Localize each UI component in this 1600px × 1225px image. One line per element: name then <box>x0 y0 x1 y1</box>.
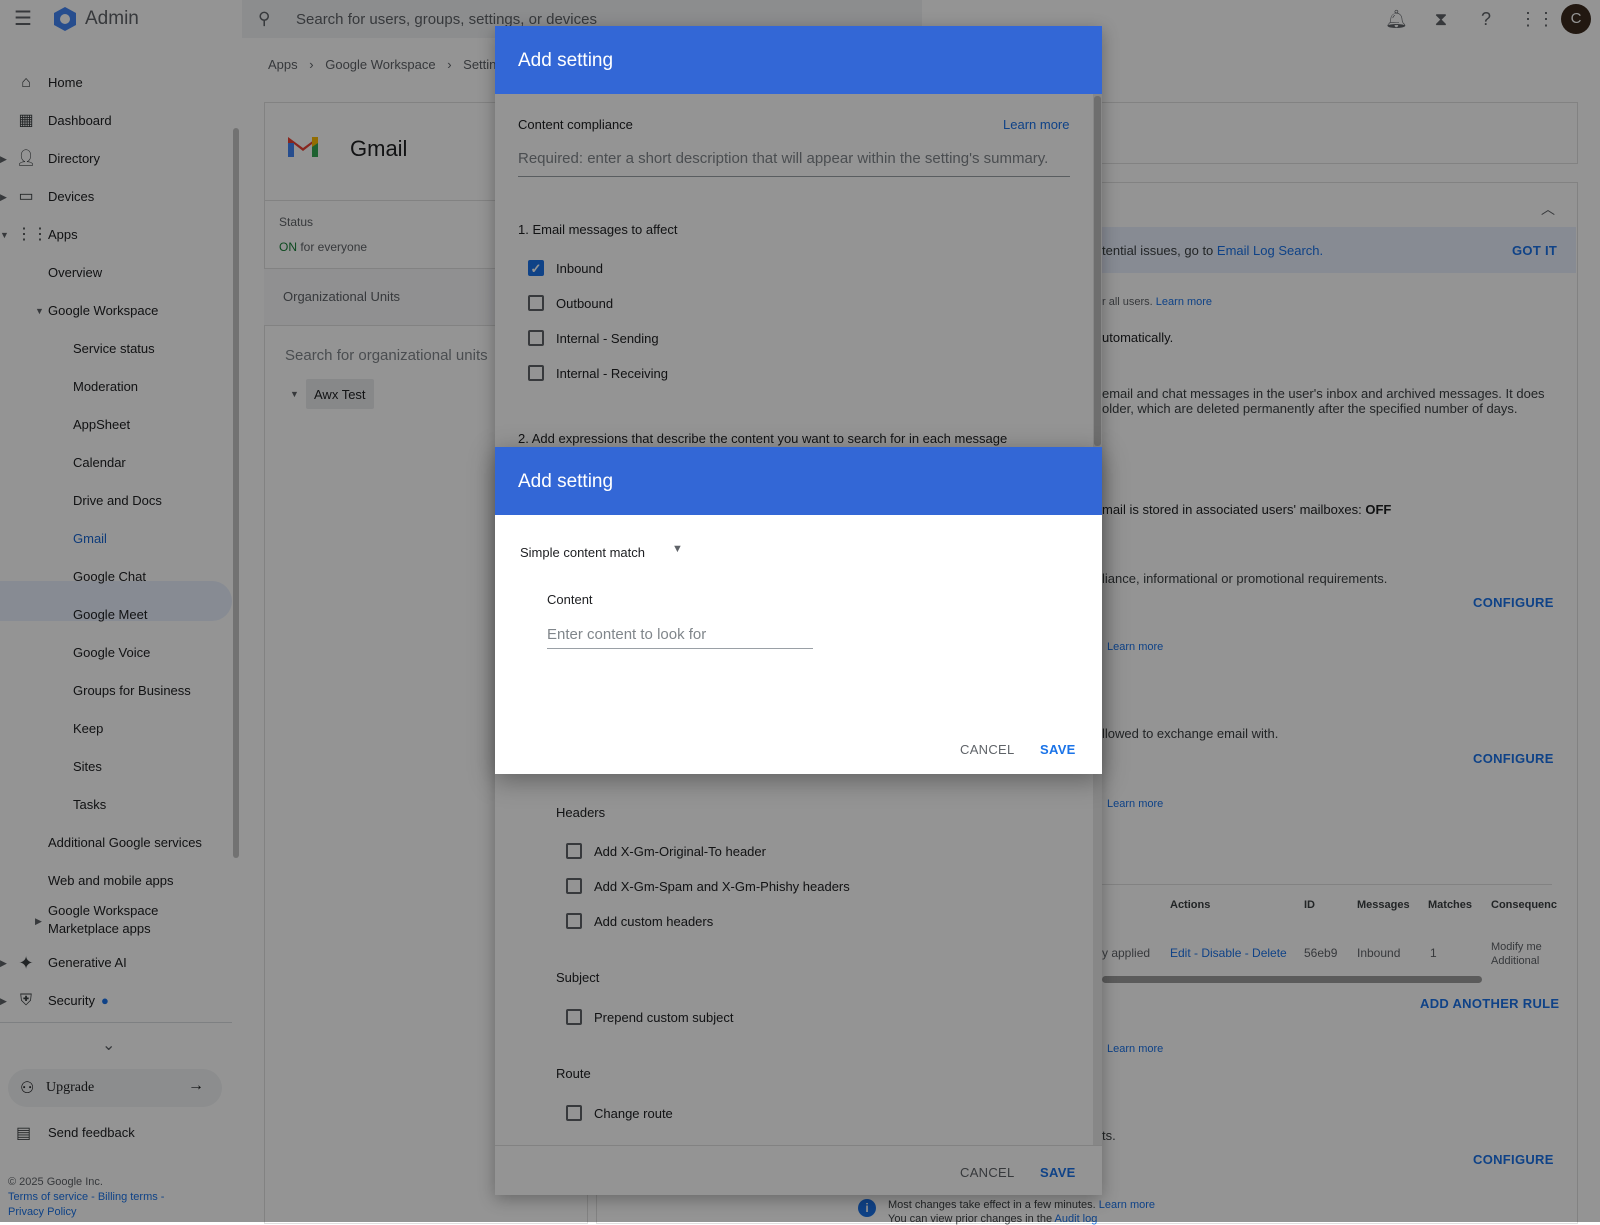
save-button[interactable]: SAVE <box>1040 742 1076 757</box>
content-input[interactable]: Enter content to look for <box>547 626 813 649</box>
add-expression-dialog: Add setting Simple content match ▼ Conte… <box>495 447 1102 774</box>
dialog-header: Add setting <box>495 26 1102 94</box>
match-type-select[interactable]: Simple content match ▼ <box>520 543 700 567</box>
dialog-title: Add setting <box>518 50 614 71</box>
cancel-button[interactable]: CANCEL <box>960 742 1015 757</box>
match-type-value: Simple content match <box>520 545 646 560</box>
content-label: Content <box>547 592 593 607</box>
dialog-title: Add setting <box>518 471 614 492</box>
dropdown-arrow-icon: ▼ <box>672 543 683 555</box>
dialog-header: Add setting <box>495 447 1102 515</box>
